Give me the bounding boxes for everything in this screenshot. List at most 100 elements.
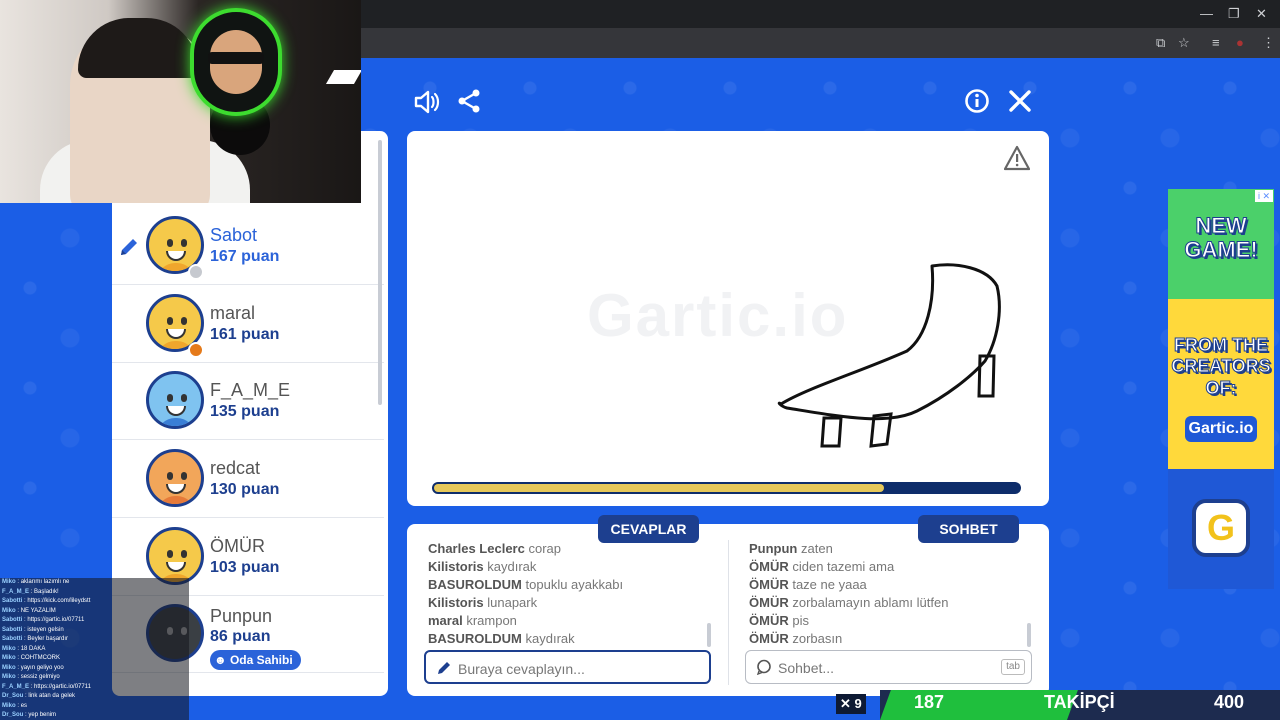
message-user: BASUROLDUM (428, 631, 522, 646)
answers-scrollbar[interactable] (707, 623, 711, 647)
close-icon[interactable] (1007, 88, 1033, 119)
avatar (146, 449, 204, 507)
browser-menu-icon[interactable]: ⋮ (1262, 35, 1275, 51)
ad-headline: GAME! (1184, 237, 1258, 262)
report-warning-icon[interactable] (1003, 145, 1031, 171)
list-item: Charles Leclerc corap (428, 540, 623, 558)
ad-subtitle: CREATORS (1171, 356, 1271, 377)
stream-chat-text: yep benim (28, 712, 57, 718)
answers-list: Charles Leclerc corap Kilistoris kaydıra… (428, 540, 623, 648)
advertisement-banner[interactable]: NEW GAME! FROM THE CREATORS OF: Gartic.i… (1168, 189, 1274, 589)
list-item: Punpun zaten (749, 540, 948, 558)
close-window-button[interactable]: ✕ (1256, 6, 1267, 22)
ad-app-icon: G (1192, 499, 1250, 557)
player-name: ÖMÜR (210, 536, 265, 556)
restore-button[interactable]: ❐ (1228, 6, 1240, 22)
message-text: krampon (466, 613, 517, 628)
message-user: Kilistoris (428, 595, 484, 610)
player-row[interactable]: F_A_M_E 135 puan (112, 363, 384, 440)
player-score: 135 puan (210, 403, 280, 420)
player-row[interactable]: maral 161 puan (112, 286, 384, 363)
stream-chat-line: Sabotti : Beyler başardır (2, 636, 69, 642)
stream-chat-user: Miko (2, 607, 16, 614)
message-user: ÖMÜR (749, 577, 789, 592)
player-name: Punpun (210, 606, 273, 626)
player-score: 130 puan (210, 481, 280, 498)
message-text: taze ne yaaa (792, 577, 867, 592)
share-icon[interactable] (456, 88, 482, 119)
ad-subtitle: OF: (1205, 378, 1237, 399)
install-app-icon[interactable]: ⧉ (1156, 35, 1165, 51)
stream-chat-user: F_A_M_E (2, 588, 30, 595)
profile-icon[interactable]: ● (1236, 35, 1244, 50)
answer-input[interactable] (458, 658, 668, 680)
stream-chat-text: NE YAZALIM (20, 607, 56, 614)
info-icon[interactable] (964, 88, 990, 119)
list-item: maral krampon (428, 612, 623, 630)
message-text: zorbasın (792, 631, 843, 646)
player-row[interactable]: Sabot 167 puan (112, 208, 384, 285)
bookmark-star-icon[interactable]: ☆ (1178, 35, 1190, 51)
tab-answers[interactable]: CEVAPLAR (598, 515, 699, 543)
chat-input[interactable] (778, 657, 988, 679)
message-text: zorbalamayın ablamı lütfen (792, 595, 949, 610)
timer-bar-fill (434, 484, 885, 492)
list-item: BASUROLDUM topuklu ayakkabı (428, 576, 623, 594)
list-item: ÖMÜR ciden tazemi ama (749, 558, 948, 576)
stream-chat-user: Miko (2, 664, 16, 671)
message-user: ÖMÜR (749, 559, 789, 574)
minimize-button[interactable]: — (1200, 6, 1213, 21)
stream-chat-line: F_A_M_E : Başladık! (2, 588, 59, 595)
player-name: Sabot (210, 225, 258, 245)
stream-chat-line: Sabotti : https://gartic.io/07711 (2, 617, 85, 623)
message-user: BASUROLDUM (428, 577, 522, 592)
message-user: Kilistoris (428, 559, 484, 574)
avatar (146, 527, 204, 585)
stream-chat-overlay: Miko : aklarımı lazımlı ne F_A_M_E : Başl… (0, 578, 189, 720)
streamer-logo-avatar (190, 8, 282, 116)
player-row[interactable]: redcat 130 puan (112, 441, 384, 518)
player-score: 161 puan (210, 326, 280, 343)
player-score: 103 puan (210, 559, 280, 576)
tab-key-hint: tab (1001, 659, 1025, 675)
stream-chat-text: es (20, 702, 28, 709)
message-user: Charles Leclerc (428, 541, 525, 556)
stream-chat-text: isteyen gelsin (27, 626, 64, 633)
tab-chat[interactable]: SOHBET (918, 515, 1019, 543)
stream-chat-line: Dr_Sou : link atan da gelek (2, 693, 76, 699)
stream-chat-text: https://gartic.io/07711 (34, 683, 91, 690)
stream-chat-text: yayın geliyo yoo (20, 664, 64, 671)
player-name: redcat (210, 458, 261, 478)
list-item: ÖMÜR zorbasın (749, 630, 948, 648)
x-counter: ✕ 9 (836, 694, 866, 714)
host-badge-label: Oda Sahibi (229, 653, 293, 667)
message-user: ÖMÜR (749, 613, 789, 628)
stream-chat-line: Miko : aklarımı lazımlı ne (2, 579, 70, 585)
player-drawing (777, 263, 1001, 448)
stream-chat-user: Sabotti (2, 636, 23, 642)
stream-chat-line: Miko : yayın geliyo yoo (2, 664, 64, 671)
stream-chat-user: Dr_Sou (2, 693, 24, 699)
list-item: ÖMÜR zorbalamayın ablamı lütfen (749, 594, 948, 612)
avatar (146, 371, 204, 429)
chat-input-wrapper: tab (745, 650, 1032, 684)
stream-chat-line: Sabotti : isteyen gelsin (2, 626, 64, 633)
sound-icon[interactable] (413, 88, 441, 121)
stream-chat-user: Miko (2, 655, 16, 661)
chat-scrollbar[interactable] (1027, 623, 1031, 647)
drawing-canvas[interactable]: Gartic.io (407, 131, 1049, 506)
player-score: 86 puan (210, 628, 271, 645)
stream-chat-line: Sabotti : https://kick.com/lileydstt (2, 598, 91, 604)
message-text: zaten (801, 541, 833, 556)
chat-bubble-icon (756, 659, 772, 679)
stream-chat-line: Miko : NE YAZALIM (2, 607, 56, 614)
stream-chat-line: Dr_Sou : yep benim (2, 712, 57, 718)
ad-info-icon[interactable]: i ✕ (1255, 190, 1273, 202)
message-text: pis (792, 613, 809, 628)
reading-list-icon[interactable]: ≡ (1212, 35, 1220, 50)
stream-chat-text: 18 DAKA (20, 645, 46, 652)
stream-chat-text: link atan da gelek (28, 693, 76, 699)
list-item: BASUROLDUM kaydırak (428, 630, 623, 648)
player-list-scrollbar[interactable] (378, 140, 382, 405)
stream-chat-text: Başladık! (34, 588, 59, 595)
